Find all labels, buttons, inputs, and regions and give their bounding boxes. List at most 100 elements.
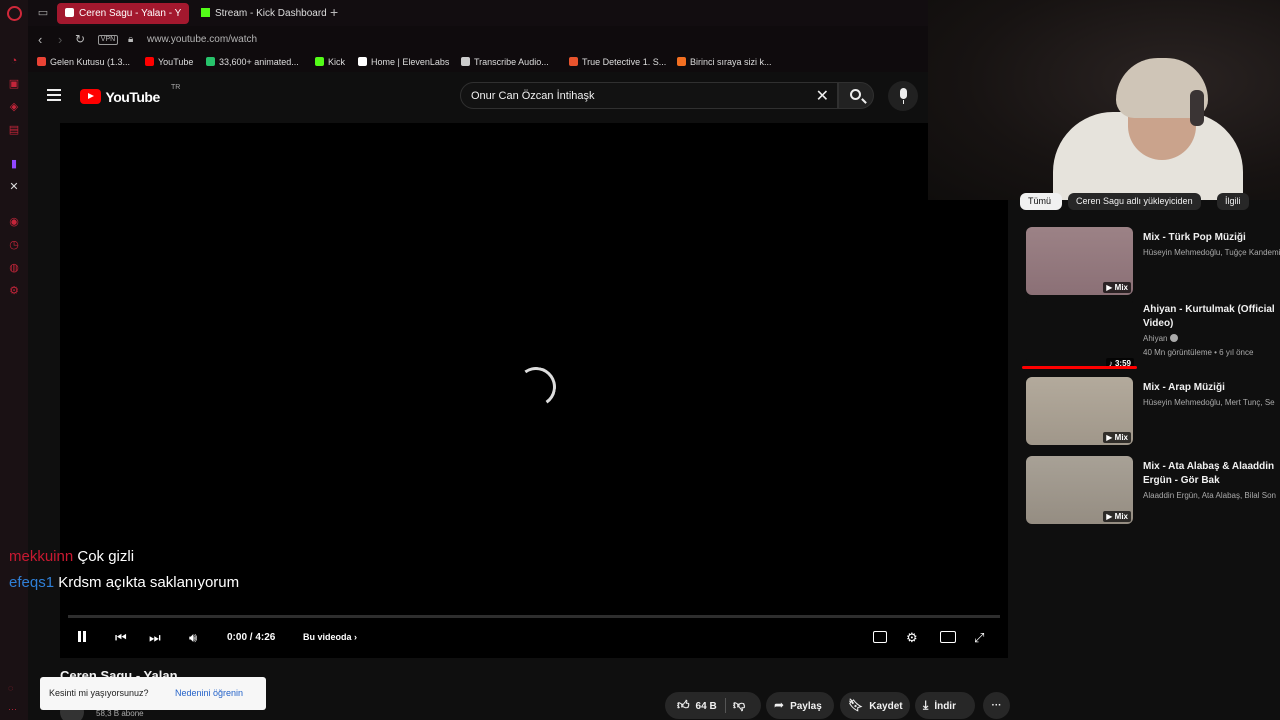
bookmark-label: 33,600+ animated...: [219, 57, 299, 67]
download-button[interactable]: ⤓ İndir: [915, 692, 975, 719]
bookmark-label: Gelen Kutusu (1.3...: [50, 57, 131, 67]
like-icon[interactable]: 👍︎: [677, 692, 690, 719]
bookmark-item[interactable]: YouTube: [145, 57, 193, 67]
progress-bar[interactable]: [68, 615, 1000, 618]
hamburger-menu-icon[interactable]: [47, 89, 61, 101]
next-button[interactable]: ⏭︎: [149, 630, 161, 646]
volume-button[interactable]: 🔊︎: [189, 630, 197, 646]
search-value: Onur Can Özcan İntihaşk: [471, 90, 595, 102]
dislike-icon[interactable]: 👎︎: [733, 692, 745, 719]
twitch-icon[interactable]: ▮: [8, 158, 20, 170]
time-display: 0:00 / 4:26: [227, 632, 276, 643]
sidebar-player-icon[interactable]: ◉: [8, 216, 20, 228]
rec-thumbnail[interactable]: ▶︎ Mix: [1026, 227, 1133, 295]
theater-mode-icon[interactable]: [940, 631, 956, 643]
save-button[interactable]: 🔖︎ Kaydet: [840, 692, 910, 719]
webcam-overlay: [928, 0, 1280, 200]
new-tab-button[interactable]: +: [330, 4, 338, 20]
rec-title[interactable]: Ahiyan - Kurtulmak (Official Video): [1143, 303, 1279, 331]
previous-button[interactable]: ⏮︎: [115, 630, 127, 646]
region-label: TR: [171, 84, 181, 91]
save-label: Kaydet: [869, 701, 903, 712]
bookmark-item[interactable]: 33,600+ animated...: [206, 57, 299, 67]
chat-message: Krdsm açıkta saklanıyorum: [58, 574, 240, 591]
tab-menu-icon[interactable]: ▭: [36, 6, 50, 20]
x-twitter-icon[interactable]: ✕: [8, 181, 20, 193]
bookmark-item[interactable]: Transcribe Audio...: [461, 57, 549, 67]
opera-logo-icon[interactable]: [7, 6, 22, 21]
tab-bar: ▭ Ceren Sagu - Yalan - Y Stream - Kick D…: [28, 0, 928, 26]
watch-progress-bar: [1022, 366, 1137, 369]
chip-from-uploader[interactable]: Ceren Sagu adlı yükleyiciden: [1068, 193, 1201, 210]
transcribe-icon: [461, 57, 470, 66]
tab-label: Stream - Kick Dashboard: [215, 8, 327, 19]
chat-overlay: mekkuinn Çok gizli efeqs1 Krdsm açıkta s…: [9, 544, 239, 596]
bookmark-label: Transcribe Audio...: [474, 57, 549, 67]
subtitles-icon[interactable]: [873, 631, 887, 643]
bookmark-item[interactable]: Kick: [315, 57, 345, 67]
voice-search-button[interactable]: [888, 81, 918, 111]
sidebar-mail-icon[interactable]: ▤: [8, 124, 20, 136]
sidebar-extension-icon[interactable]: ◌: [8, 683, 13, 693]
rec-stats: 40 Mn görüntüleme • 6 yıl önce: [1143, 348, 1254, 357]
rec-thumbnail[interactable]: ▶︎ Mix: [1026, 456, 1133, 524]
pause-icon: [78, 631, 81, 642]
more-actions-button[interactable]: ···: [983, 692, 1010, 719]
pause-button[interactable]: [76, 630, 88, 643]
like-dislike-group: 👍︎ 64 B 👎︎: [665, 692, 761, 719]
bookmark-item[interactable]: True Detective 1. S...: [569, 57, 666, 67]
rec-thumbnail[interactable]: ♪ 3:59: [1026, 297, 1134, 369]
rec-title[interactable]: Mix - Arap Müziği: [1143, 381, 1279, 395]
youtube-wordmark: YouTube: [105, 88, 160, 105]
youtube-play-icon: [80, 89, 101, 105]
bookmark-label: Birinci sıraya sizi k...: [690, 57, 772, 67]
back-arrow-icon[interactable]: ‹: [38, 32, 42, 47]
chip-all[interactable]: Tümü: [1020, 193, 1062, 210]
url-field[interactable]: www.youtube.com/watch: [147, 34, 257, 45]
bookmark-item[interactable]: Gelen Kutusu (1.3...: [37, 57, 130, 67]
share-icon: ➦: [774, 698, 785, 712]
learn-why-link[interactable]: Nedenini öğrenin: [175, 688, 243, 698]
fullscreen-icon[interactable]: ⤢: [974, 630, 984, 646]
sidebar-aria-icon[interactable]: ◔: [8, 55, 20, 67]
sidebar-more-icon[interactable]: ···: [8, 704, 17, 714]
gmail-icon: [37, 57, 46, 66]
toast-text: Kesinti mi yaşıyorsunuz?: [49, 688, 149, 698]
rec-channel: Hüseyin Mehmedoğlu, Tuğçe Kandemir: [1143, 248, 1280, 257]
chat-line: mekkuinn Çok gizli: [9, 544, 239, 570]
chapter-button[interactable]: Bu videoda ›: [303, 632, 357, 642]
chat-message: Çok gizli: [77, 548, 135, 565]
sidebar-messenger-icon[interactable]: ◈: [8, 101, 20, 113]
verified-icon: [1169, 334, 1178, 342]
like-count[interactable]: 64 B: [696, 701, 717, 712]
forward-arrow-icon[interactable]: ›: [58, 32, 62, 47]
rec-thumbnail[interactable]: ▶︎ Mix: [1026, 377, 1133, 445]
rec-title[interactable]: Mix - Türk Pop Müziği: [1143, 231, 1279, 245]
bookmark-item[interactable]: Home | ElevenLabs: [358, 57, 449, 67]
search-button[interactable]: [838, 82, 874, 109]
microphone-icon: [900, 88, 907, 104]
tab-kick[interactable]: Stream - Kick Dashboard: [193, 3, 328, 24]
search-input[interactable]: Onur Can Özcan İntihaşk ✕: [460, 82, 838, 109]
clear-search-icon[interactable]: ✕: [816, 86, 829, 106]
bookmark-label: Kick: [328, 57, 346, 67]
youtube-logo[interactable]: YouTube TR: [80, 84, 180, 106]
youtube-icon: [145, 57, 154, 66]
chip-related[interactable]: İlgili: [1217, 193, 1249, 210]
settings-icon[interactable]: ⚙: [906, 630, 918, 646]
chat-bubble-icon[interactable]: ◍: [8, 262, 20, 274]
tab-youtube[interactable]: Ceren Sagu - Yalan - Y: [57, 3, 189, 24]
badge-text: Mix: [1114, 512, 1128, 521]
bookmark-item[interactable]: Birinci sıraya sizi k...: [677, 57, 772, 67]
vpn-badge[interactable]: VPN: [98, 35, 118, 45]
channel-name: Ahiyan: [1143, 334, 1168, 343]
history-icon[interactable]: ◷: [8, 239, 20, 251]
settings-gear-icon[interactable]: ⚙: [8, 285, 20, 297]
rec-title[interactable]: Mix - Ata Alabaş & Alaaddin Ergün - Gör …: [1143, 460, 1279, 488]
share-button[interactable]: ➦ Paylaş: [766, 692, 834, 719]
chapter-label: Bu videoda: [303, 632, 352, 642]
reload-icon[interactable]: ↻: [75, 32, 85, 46]
sidebar-bag-icon[interactable]: ▣: [8, 78, 20, 90]
bookmark-label: True Detective 1. S...: [582, 57, 667, 67]
lock-icon[interactable]: 🔒︎: [128, 34, 133, 45]
